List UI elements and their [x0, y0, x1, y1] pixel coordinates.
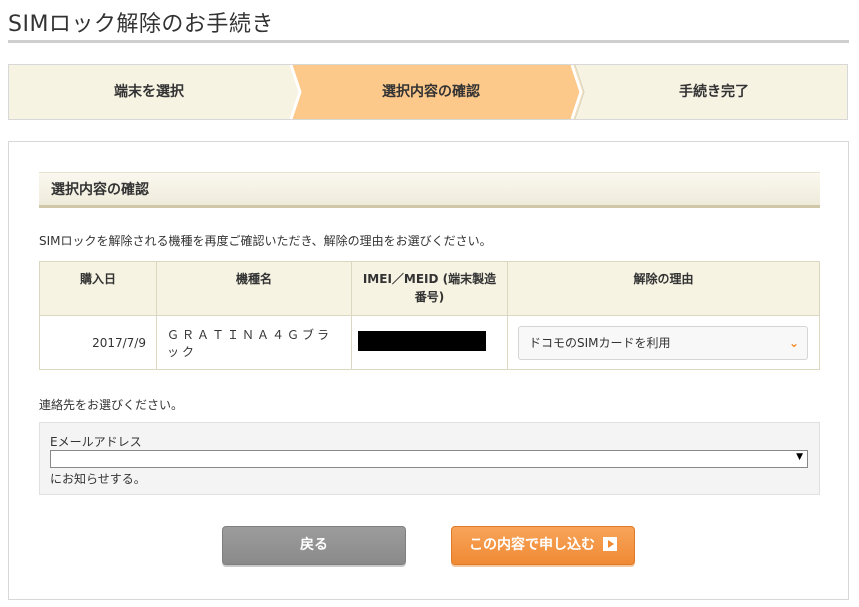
- submit-button-label: この内容で申し込む: [469, 537, 595, 553]
- reason-cell: ドコモのSIMカードを利用 ⌄: [507, 315, 820, 370]
- chevron-down-icon: ⌄: [788, 335, 799, 350]
- step-select-device: 端末を選択: [114, 84, 184, 100]
- step-confirm-selection: 選択内容の確認: [382, 84, 480, 100]
- header-model: 機種名: [156, 261, 352, 316]
- page-title: SIMロック解除のお手続き: [8, 12, 274, 37]
- table-header-row: 購入日 機種名 IMEI／MEID (端末製造番号) 解除の理由: [39, 261, 820, 316]
- back-button[interactable]: 戻る: [222, 526, 406, 565]
- section-heading: 選択内容の確認: [39, 172, 820, 208]
- reason-selected-value: ドコモのSIMカードを利用: [529, 335, 671, 350]
- contact-email-select[interactable]: ▼: [50, 450, 808, 468]
- model-cell: ＧＲＡＴＩＮＡ４Ｇブラック: [156, 315, 352, 370]
- submit-button[interactable]: この内容で申し込む: [451, 526, 635, 565]
- confirmation-panel: 選択内容の確認 SIMロックを解除される機種を再度ご確認いただき、解除の理由をお…: [8, 141, 849, 600]
- contact-email-label: Eメールアドレス: [50, 435, 142, 449]
- dropdown-arrow-icon: ▼: [796, 452, 803, 462]
- contact-box: Eメールアドレス ▼ にお知らせする。: [39, 422, 820, 495]
- purchase-date-cell: 2017/7/9: [39, 315, 157, 370]
- progress-steps: 端末を選択 選択内容の確認 手続き完了: [8, 64, 848, 120]
- header-reason: 解除の理由: [507, 261, 820, 316]
- device-table: 購入日 機種名 IMEI／MEID (端末製造番号) 解除の理由 2017/7/…: [39, 261, 820, 370]
- title-divider: [8, 40, 849, 43]
- back-button-label: 戻る: [300, 537, 328, 553]
- reason-select[interactable]: ドコモのSIMカードを利用 ⌄: [518, 325, 808, 360]
- imei-cell: [351, 315, 508, 370]
- table-row: 2017/7/9 ＧＲＡＴＩＮＡ４Ｇブラック ドコモのSIMカードを利用 ⌄: [39, 315, 820, 370]
- contact-instruction: 連絡先をお選びください。: [39, 398, 184, 412]
- header-purchase-date: 購入日: [39, 261, 157, 316]
- step-complete: 手続き完了: [679, 84, 749, 100]
- contact-note: にお知らせする。: [50, 472, 146, 486]
- section-instruction: SIMロックを解除される機種を再度ご確認いただき、解除の理由をお選びください。: [39, 234, 492, 248]
- redacted-imei: [358, 331, 486, 351]
- play-arrow-icon: [603, 537, 617, 551]
- header-imei: IMEI／MEID (端末製造番号): [351, 261, 508, 316]
